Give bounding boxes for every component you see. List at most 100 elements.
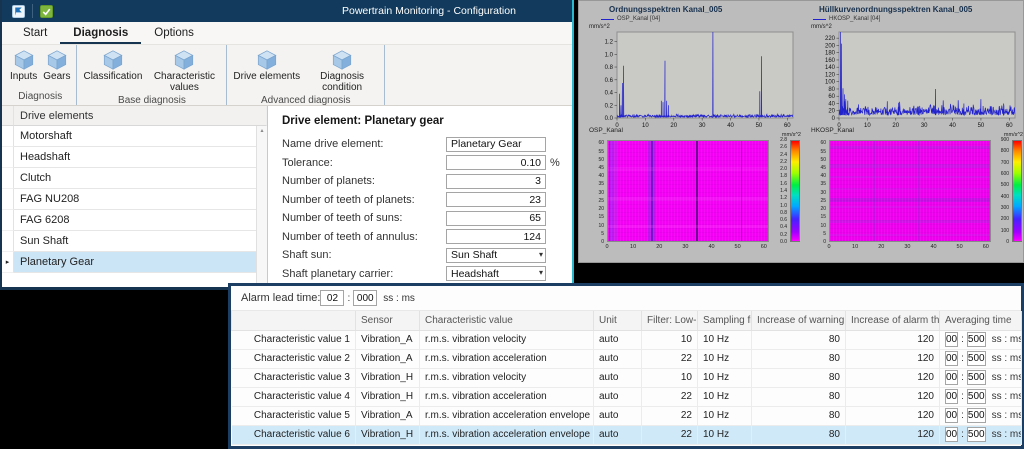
averaging-seconds-input[interactable]: 00 <box>945 408 958 423</box>
svg-text:0.2: 0.2 <box>605 103 614 109</box>
y-tick-label: 35 <box>587 181 604 188</box>
drive-elements-header-row: Drive elements <box>2 106 267 126</box>
ribbon-button-label: Diagnosis condition <box>306 72 378 93</box>
averaging-ms-input[interactable]: 500 <box>967 351 986 366</box>
spectrogram-title: HKOSP_Kanal <box>811 127 1024 134</box>
averaging-ms-input[interactable]: 500 <box>967 370 986 385</box>
svg-text:220: 220 <box>825 36 836 42</box>
averaging-ms-input[interactable]: 500 <box>967 389 986 404</box>
cell-averaging-time: 00:500ss : ms <box>940 330 1022 349</box>
table-row-6[interactable]: Characteristic value 6Vibration_Hr.m.s. … <box>232 425 1022 444</box>
select-shaft-sun[interactable]: Sun Shaft▾ <box>446 248 546 263</box>
row-gutter <box>2 210 14 231</box>
averaging-ms-input[interactable]: 500 <box>967 332 986 347</box>
app-logo-icon <box>12 5 25 18</box>
averaging-seconds-input[interactable]: 00 <box>945 389 958 404</box>
list-scrollbar[interactable]: ▴ <box>256 126 267 287</box>
averaging-ms-input[interactable]: 500 <box>967 408 986 423</box>
input-tolerance[interactable]: 0.10 <box>446 155 546 170</box>
svg-text:40: 40 <box>828 101 835 107</box>
spectrogram-band <box>830 220 991 223</box>
legend-line-icon <box>601 19 614 20</box>
cell-increase-of-alarm-thresh: 120 <box>846 368 940 387</box>
list-item-sun-shaft[interactable]: Sun Shaft <box>2 231 267 252</box>
titlebar[interactable]: Powertrain Monitoring - Configuration <box>2 0 572 22</box>
ribbon-button-inputs[interactable]: Inputs <box>7 48 40 84</box>
list-item-fag-nu208[interactable]: FAG NU208 <box>2 189 267 210</box>
table-row-3[interactable]: Characteristic value 3Vibration_Hr.m.s. … <box>232 368 1022 387</box>
scroll-up-icon[interactable]: ▴ <box>257 126 267 136</box>
form-field-shaft-planetary-carrier: Shaft planetary carrier:Headshaft▾ <box>282 265 560 284</box>
cell-increase-of-alarm-thresh: 120 <box>846 349 940 368</box>
chart-title: Hüllkurvenordnungsspektren Kanal_005 <box>819 5 1023 14</box>
averaging-ms-input[interactable]: 500 <box>967 427 986 442</box>
cell-unit: auto <box>594 368 642 387</box>
ribbon-group-label: Diagnosis <box>4 90 76 105</box>
apply-check-icon[interactable] <box>40 5 53 18</box>
list-item-label: Planetary Gear <box>14 252 267 273</box>
spectrogram-stripe <box>609 141 610 242</box>
list-item-headshaft[interactable]: Headshaft <box>2 147 267 168</box>
table-row-1[interactable]: Characteristic value 1Vibration_Ar.m.s. … <box>232 330 1022 349</box>
input-number-of-teeth-of-annulus[interactable]: 124 <box>446 229 546 244</box>
ribbon-button-classification[interactable]: Classification <box>80 48 145 84</box>
colorbar: mm/s^20.00.20.40.60.81.01.21.41.61.82.02… <box>771 140 803 256</box>
window-title: Powertrain Monitoring - Configuration <box>342 0 516 22</box>
cell-increase-of-warning-thre: 80 <box>752 349 846 368</box>
svg-text:80: 80 <box>828 87 835 93</box>
y-tick-label: 40 <box>587 173 604 180</box>
alarm-seconds-input[interactable]: 02 <box>320 290 344 306</box>
spectrogram-stripe <box>874 141 875 242</box>
spectrogram-band <box>608 225 769 228</box>
cell-increase-of-warning-thre: 80 <box>752 425 846 444</box>
tab-start[interactable]: Start <box>10 23 60 44</box>
column-header-filter-low-pa: Filter: Low-Pa... <box>642 311 698 330</box>
table-row-4[interactable]: Characteristic value 4Vibration_Hr.m.s. … <box>232 387 1022 406</box>
select-shaft-planetary-carrier[interactable]: Headshaft▾ <box>446 266 546 281</box>
tab-options[interactable]: Options <box>141 23 207 44</box>
form-field-name-drive-element: Name drive element:Planetary Gear <box>282 135 560 154</box>
cell-unit: auto <box>594 387 642 406</box>
titlebar-divider <box>32 4 33 18</box>
list-item-motorshaft[interactable]: Motorshaft <box>2 126 267 147</box>
cube-icon <box>173 49 195 71</box>
averaging-seconds-input[interactable]: 00 <box>945 370 958 385</box>
ribbon-button-drive-elements[interactable]: Drive elements <box>230 48 303 84</box>
colorbar: mm/s^20100200300400500600700800900 <box>993 140 1024 256</box>
svg-text:60: 60 <box>828 94 835 100</box>
form-field-number-of-planets: Number of planets:3 <box>282 172 560 191</box>
x-tick-label: 40 <box>928 244 940 250</box>
svg-text:160: 160 <box>825 58 836 64</box>
tab-diagnosis[interactable]: Diagnosis <box>60 23 141 44</box>
averaging-unit-label: ss : ms <box>986 353 1022 364</box>
input-name-drive-element[interactable]: Planetary Gear <box>446 137 546 152</box>
ribbon-button-diagnosis-condition[interactable]: Diagnosis condition <box>303 48 381 94</box>
colorbar-gradient <box>1012 140 1022 242</box>
list-item-label: Sun Shaft <box>14 231 267 252</box>
table-row-5[interactable]: Characteristic value 5Vibration_Ar.m.s. … <box>232 406 1022 425</box>
y-tick-label: 55 <box>587 149 604 156</box>
averaging-seconds-input[interactable]: 00 <box>945 332 958 347</box>
alarm-ms-input[interactable]: 000 <box>353 290 377 306</box>
y-tick-label: 5 <box>587 231 604 238</box>
x-tick-label: 30 <box>679 244 691 250</box>
cell-sampling-fre: 10 Hz <box>698 425 752 444</box>
form-field-suffix: % <box>546 157 560 169</box>
spectrum-plot: 0.00.20.40.60.81.01.20102030405060 <box>587 30 799 132</box>
input-number-of-teeth-of-planets[interactable]: 23 <box>446 192 546 207</box>
form-field-shaft-sun: Shaft sun:Sun Shaft▾ <box>282 246 560 265</box>
list-item-fag-6208[interactable]: FAG 6208 <box>2 210 267 231</box>
averaging-seconds-input[interactable]: 00 <box>945 427 958 442</box>
cell-row-label: Characteristic value 3 <box>232 368 356 387</box>
input-number-of-planets[interactable]: 3 <box>446 174 546 189</box>
averaging-seconds-input[interactable]: 00 <box>945 351 958 366</box>
ribbon-button-gears[interactable]: Gears <box>40 48 73 84</box>
list-item-clutch[interactable]: Clutch <box>2 168 267 189</box>
spectrogram-axes: 0510152025303540455055600102030405060 <box>587 140 771 256</box>
list-item-planetary-gear[interactable]: ▸Planetary Gear <box>2 252 267 273</box>
form-field-label: Number of teeth of planets: <box>282 194 446 206</box>
input-number-of-teeth-of-suns[interactable]: 65 <box>446 211 546 226</box>
table-row-2[interactable]: Characteristic value 2Vibration_Ar.m.s. … <box>232 349 1022 368</box>
ribbon-button-characteristic-values[interactable]: Characteristic values <box>145 48 223 94</box>
cell-averaging-time: 00:500ss : ms <box>940 425 1022 444</box>
